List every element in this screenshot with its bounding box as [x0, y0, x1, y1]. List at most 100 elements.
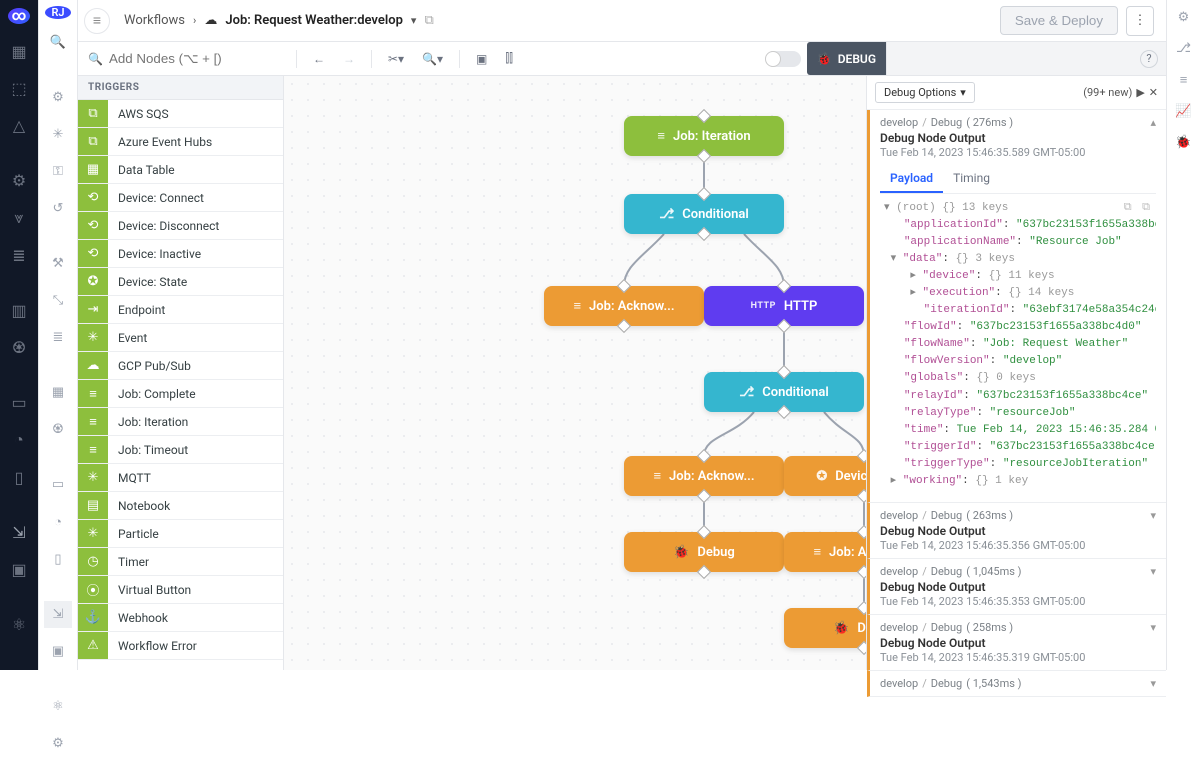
stopwatch-icon[interactable]: ◔ — [9, 430, 29, 450]
trigger-item[interactable]: ⧉Azure Event Hubs — [78, 128, 283, 156]
table-icon[interactable]: ▥ — [9, 301, 29, 320]
debug-entry[interactable]: develop/Debug( 258ms )▾Debug Node Output… — [867, 615, 1166, 671]
node-port-top[interactable] — [617, 279, 631, 293]
node-port-bottom[interactable] — [697, 489, 711, 503]
ctx-settings2[interactable]: ⚙ — [44, 730, 72, 757]
rail-branch-icon[interactable]: ⎇ — [1176, 41, 1191, 56]
project-badge[interactable]: RJ — [45, 6, 71, 19]
export-icon[interactable]: ⇲ — [9, 523, 29, 542]
trigger-item[interactable]: ≡Job: Iteration — [78, 408, 283, 436]
node-devstate[interactable]: ✪Device: State — [784, 456, 866, 496]
copy-icon[interactable]: ⧉ — [424, 13, 433, 28]
box-icon[interactable]: ⬚ — [9, 79, 29, 98]
ctx-search[interactable]: 🔍 — [39, 29, 77, 56]
ctx-tree[interactable]: ♼ — [44, 416, 72, 443]
expand-icon[interactable]: ▾ — [1150, 509, 1156, 522]
align-button[interactable]: ⫿⫿ — [499, 48, 519, 69]
node-port-bottom[interactable] — [857, 489, 866, 503]
expand-icon[interactable]: ▾ — [1150, 621, 1156, 634]
node-port-top[interactable] — [697, 449, 711, 463]
cut-button[interactable]: ✂▾ — [382, 49, 410, 69]
trigger-item[interactable]: ⚓Webhook — [78, 604, 283, 632]
debug-entry[interactable]: develop/Debug( 1,045ms )▾Debug Node Outp… — [867, 559, 1166, 615]
trigger-item[interactable]: ✳Event — [78, 324, 283, 352]
node-http[interactable]: HTTPHTTP — [704, 286, 864, 326]
ctx-key[interactable]: ⚿ — [44, 158, 72, 185]
debug-entry[interactable]: develop/Debug( 263ms )▾Debug Node Output… — [867, 503, 1166, 559]
node-port-top[interactable] — [697, 187, 711, 201]
bars-icon[interactable]: ≣ — [9, 246, 29, 265]
node-debug1[interactable]: 🐞Debug — [624, 532, 784, 572]
node-port-top[interactable] — [777, 279, 791, 293]
ctx-grid[interactable]: ▦ — [44, 379, 72, 406]
collapse-icon[interactable]: ▴ — [1150, 116, 1156, 129]
graph-icon[interactable]: ⚛ — [9, 615, 29, 634]
gear-icon[interactable]: ⚙ — [9, 171, 29, 190]
node-port-bottom[interactable] — [857, 565, 866, 579]
close-icon[interactable]: ✕ — [1149, 86, 1158, 99]
tab-payload[interactable]: Payload — [880, 165, 943, 193]
more-menu[interactable]: ⋮ — [1126, 6, 1154, 36]
node-ack3[interactable]: ≡Job: Acknow... — [784, 532, 866, 572]
node-port-top[interactable] — [857, 449, 866, 463]
warning-icon[interactable]: △ — [9, 116, 29, 135]
redo-button[interactable]: → — [337, 49, 361, 69]
workflow-canvas[interactable]: ≡Job: Iteration⎇Conditional≡Job: Acknow.… — [284, 76, 866, 670]
ctx-gear[interactable]: ⚙ — [44, 84, 72, 111]
debug-entry[interactable]: develop/Debug( 1,543ms )▾ — [867, 671, 1166, 697]
trigger-item[interactable]: ☁GCP Pub/Sub — [78, 352, 283, 380]
rail-db-icon[interactable]: ≡ — [1180, 72, 1188, 88]
node-port-bottom[interactable] — [617, 319, 631, 333]
ctx-recent[interactable]: ↺ — [44, 195, 72, 222]
node-port-bottom[interactable] — [697, 565, 711, 579]
trigger-item[interactable]: ⦿Virtual Button — [78, 576, 283, 604]
ctx-panel[interactable]: ▣ — [44, 638, 72, 665]
page-icon[interactable]: ▭ — [9, 393, 29, 412]
node-ack1[interactable]: ≡Job: Acknow... — [544, 286, 704, 326]
trigger-item[interactable]: ✳MQTT — [78, 464, 283, 492]
node-port-bottom[interactable] — [697, 227, 711, 241]
layout-button[interactable]: ▣ — [470, 49, 493, 69]
debug-options-button[interactable]: Debug Options▾ — [875, 82, 975, 103]
link-icon[interactable]: ⩔ — [9, 208, 29, 228]
node-port-top[interactable] — [697, 525, 711, 539]
ctx-bars[interactable]: ≣ — [44, 324, 72, 351]
rail-gear-icon[interactable]: ⚙ — [1178, 10, 1190, 25]
ctx-bug[interactable]: ⚒ — [44, 250, 72, 277]
node-ack2[interactable]: ≡Job: Acknow... — [624, 456, 784, 496]
node-cond2[interactable]: ⎇Conditional — [704, 372, 864, 412]
chevron-down-icon[interactable]: ▾ — [411, 14, 417, 27]
trigger-item[interactable]: ▤Notebook — [78, 492, 283, 520]
node-port-top[interactable] — [857, 525, 866, 539]
node-debug2[interactable]: 🐞Debug — [784, 608, 866, 648]
trigger-item[interactable]: ⧉AWS SQS — [78, 100, 283, 128]
dashboard-icon[interactable]: ▦ — [9, 42, 29, 61]
trigger-item[interactable]: ◷Timer — [78, 548, 283, 576]
ctx-export[interactable]: ⇲ — [44, 601, 72, 628]
help-icon[interactable]: ? — [1140, 50, 1158, 68]
node-cond1[interactable]: ⎇Conditional — [624, 194, 784, 234]
add-nodes-input[interactable] — [109, 51, 286, 66]
tab-timing[interactable]: Timing — [943, 165, 1000, 193]
trigger-item[interactable]: ⇥Endpoint — [78, 296, 283, 324]
undo-button[interactable]: ← — [307, 49, 331, 69]
trigger-item[interactable]: ✳Particle — [78, 520, 283, 548]
panel-icon[interactable]: ▣ — [9, 560, 29, 579]
rail-bug-icon[interactable]: 🐞 — [1175, 135, 1191, 150]
debug-entry[interactable]: develop/Debug( 276ms )▴Debug Node Output… — [867, 110, 1166, 503]
expand-icon[interactable]: ▾ — [1150, 677, 1156, 690]
ctx-arrows[interactable]: ⤡ — [44, 287, 72, 314]
debug-toggle[interactable] — [765, 51, 801, 67]
node-port-bottom[interactable] — [777, 319, 791, 333]
flow-icon[interactable]: ♼ — [9, 338, 29, 357]
node-port-bottom[interactable] — [777, 405, 791, 419]
ctx-clock[interactable]: ◔ — [44, 508, 72, 536]
ctx-book[interactable]: ▯ — [44, 546, 72, 573]
trigger-item[interactable]: ⟲Device: Inactive — [78, 240, 283, 268]
node-port-top[interactable] — [697, 109, 711, 123]
debug-new-count[interactable]: (99+ new) ▶ ✕ — [1083, 86, 1158, 99]
trigger-item[interactable]: ▦Data Table — [78, 156, 283, 184]
book-icon[interactable]: ▯ — [9, 468, 29, 487]
trigger-item[interactable]: ✪Device: State — [78, 268, 283, 296]
brand-logo[interactable]: ∞ — [8, 8, 30, 24]
